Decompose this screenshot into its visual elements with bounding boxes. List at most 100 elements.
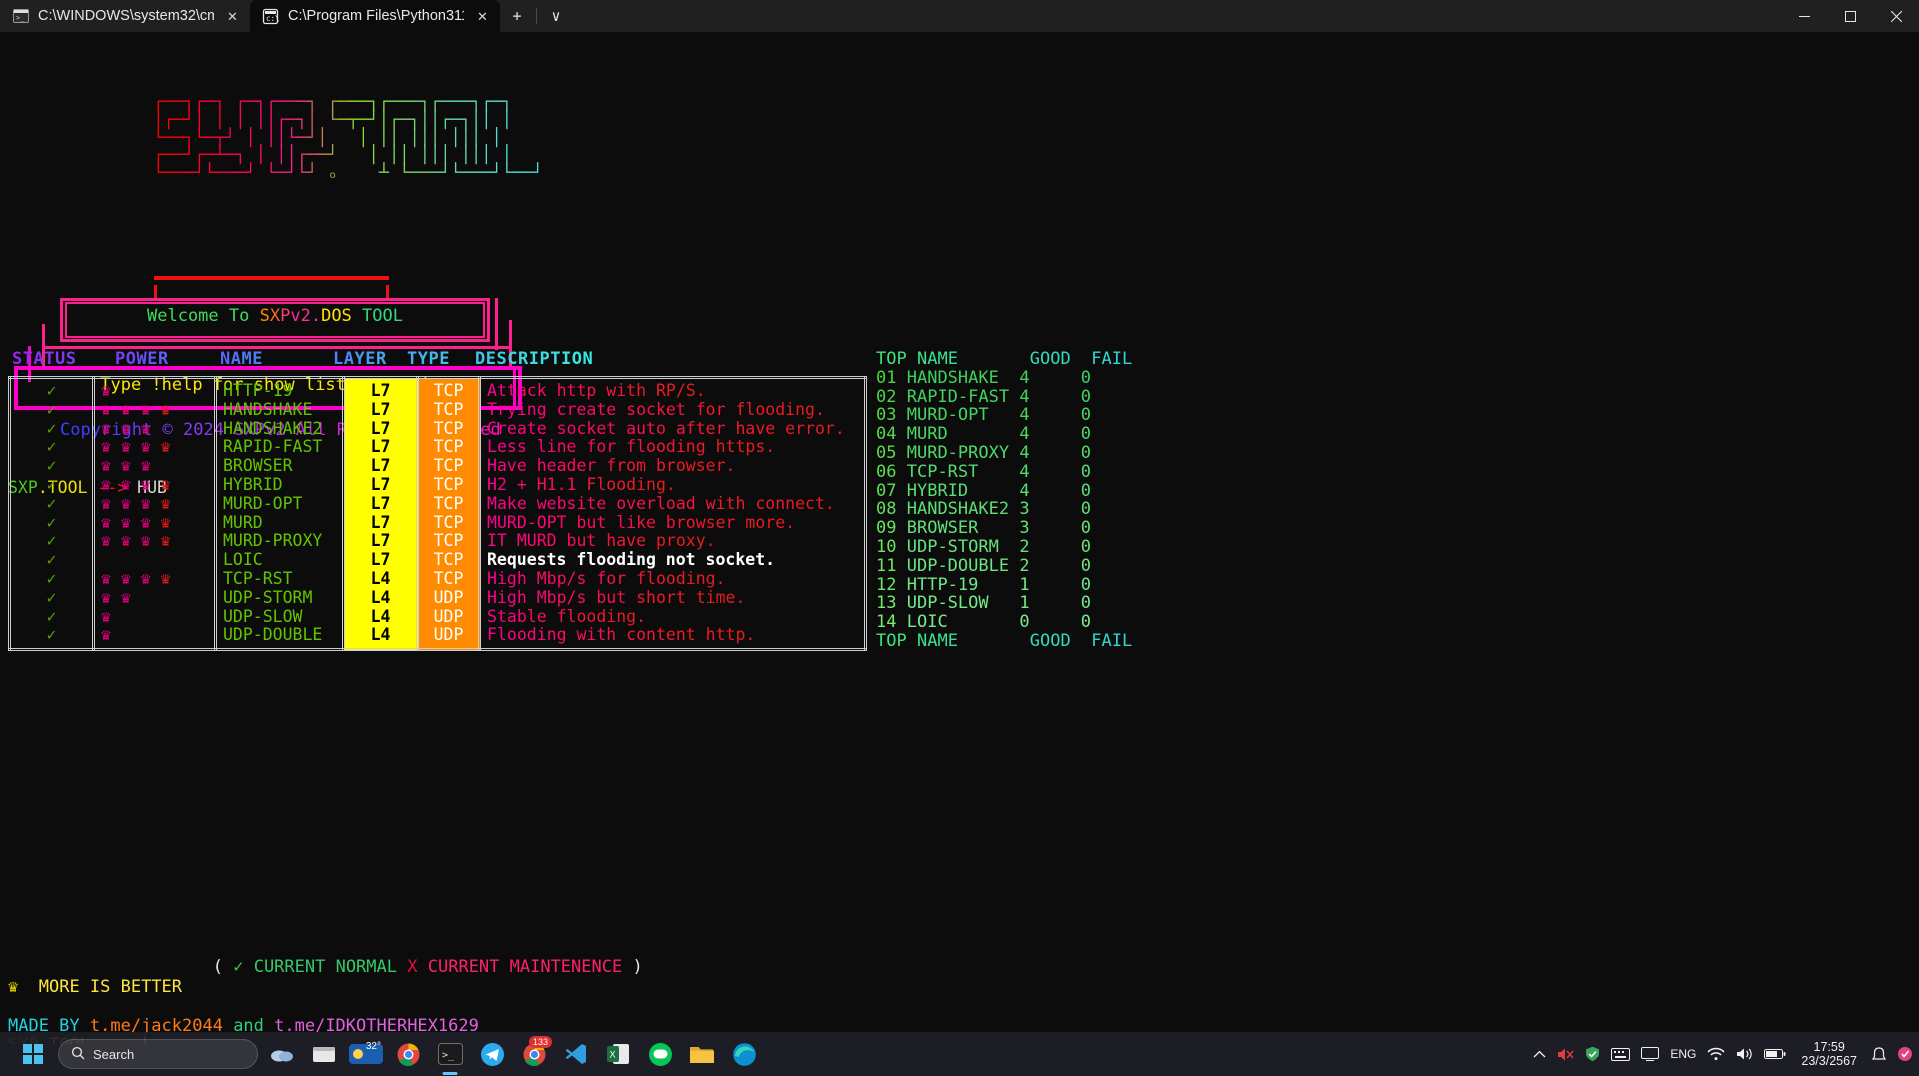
check-icon: ✓ bbox=[233, 957, 243, 977]
language-indicator[interactable]: ENG bbox=[1670, 1039, 1696, 1069]
fail-cell: 0 bbox=[1081, 368, 1091, 388]
widgets-weather-icon[interactable] bbox=[264, 1036, 300, 1072]
volume-icon[interactable] bbox=[1736, 1039, 1753, 1069]
vscode-icon[interactable] bbox=[558, 1036, 594, 1072]
tab-title: C:\WINDOWS\system32\cmd.e bbox=[38, 8, 214, 24]
rank-cell: 01 bbox=[876, 368, 896, 388]
fail-cell: 0 bbox=[1081, 462, 1091, 482]
layer-cell: L7 bbox=[351, 551, 410, 570]
window-titlebar: >_ C:\WINDOWS\system32\cmd.e ✕ c:\ C:\Pr… bbox=[0, 0, 1919, 32]
column-header: LAYER bbox=[333, 350, 407, 369]
power-cell: ♛ ♛ ♛ ♛ bbox=[101, 626, 208, 645]
column-header: NAME bbox=[220, 350, 333, 369]
layer-cell: L4 bbox=[351, 626, 410, 645]
type-cell: TCP bbox=[425, 495, 472, 514]
leader-name-cell: HANDSHAKE2 bbox=[907, 499, 1020, 519]
status-column: ✓✓✓✓✓✓✓✓✓✓✓✓✓✓ bbox=[10, 378, 94, 650]
search-input[interactable]: Search bbox=[58, 1039, 258, 1069]
crown-icon: ♛ bbox=[121, 456, 131, 475]
leaderboard-row: 11 UDP-DOUBLE 2 0 bbox=[876, 557, 1132, 576]
attack-name-cell: LOIC bbox=[223, 551, 336, 570]
crown-icon: ♛ bbox=[161, 531, 171, 550]
column-header: TYPE bbox=[407, 350, 475, 369]
description-cell: Make website overload with connect. bbox=[487, 495, 858, 514]
tray-mute-icon[interactable] bbox=[1557, 1039, 1574, 1069]
file-explorer-icon[interactable] bbox=[306, 1036, 342, 1072]
svg-text:>_: >_ bbox=[442, 1050, 455, 1061]
chevron-down-icon[interactable]: ∨ bbox=[539, 1, 573, 31]
status-cell: ✓ bbox=[17, 401, 86, 420]
weather-temp: 32° bbox=[366, 1041, 381, 1052]
edge-icon[interactable] bbox=[726, 1036, 762, 1072]
leaderboard-header: TOP NAME GOOD FAIL bbox=[876, 350, 1132, 369]
new-tab-button[interactable]: + bbox=[500, 1, 534, 31]
telegram-icon[interactable] bbox=[474, 1036, 510, 1072]
type-cell: UDP bbox=[425, 626, 472, 645]
status-cell: ✓ bbox=[17, 608, 86, 627]
crown-icon: ♛ bbox=[141, 569, 151, 588]
crown-icon: ♛ bbox=[101, 437, 111, 456]
description-cell: High Mbp/s for flooding. bbox=[487, 570, 858, 589]
crown-icon: ♛ bbox=[101, 531, 111, 550]
maximize-button[interactable] bbox=[1827, 0, 1873, 32]
leaderboard-row: 09 BROWSER 3 0 bbox=[876, 519, 1132, 538]
notification-bell-icon[interactable] bbox=[1872, 1039, 1886, 1069]
svg-text:>_: >_ bbox=[16, 14, 25, 22]
tray-extra-icon[interactable] bbox=[1897, 1039, 1913, 1069]
more-is-better-label: MORE IS BETTER bbox=[39, 977, 182, 997]
crown-icon: ♛ bbox=[141, 437, 151, 456]
tray-security-icon[interactable] bbox=[1585, 1039, 1600, 1069]
layer-cell: L7 bbox=[351, 401, 410, 420]
terminal-icon[interactable]: >_ bbox=[432, 1036, 468, 1072]
attack-name-cell: HANDSHAKE2 bbox=[223, 420, 336, 439]
cmd-icon: c:\ bbox=[262, 8, 279, 25]
leader-name-cell: UDP-STORM bbox=[907, 537, 1020, 557]
description-cell: Stable flooding. bbox=[487, 608, 858, 627]
weather-icon[interactable]: 32° bbox=[348, 1036, 384, 1072]
svg-text:c:\: c:\ bbox=[266, 14, 279, 23]
close-icon[interactable]: ✕ bbox=[223, 7, 242, 26]
windows-taskbar: Search 32° >_ 133 X bbox=[0, 1032, 1919, 1076]
start-button[interactable] bbox=[14, 1039, 52, 1069]
legend-normal: CURRENT NORMAL bbox=[254, 957, 397, 977]
good-cell: 2 bbox=[1019, 556, 1080, 576]
chevron-up-icon[interactable] bbox=[1533, 1039, 1546, 1069]
type-cell: UDP bbox=[425, 589, 472, 608]
attack-name-cell: UDP-STORM bbox=[223, 589, 336, 608]
fail-cell: 0 bbox=[1081, 499, 1091, 519]
attack-name-cell: UDP-SLOW bbox=[223, 608, 336, 627]
tab-python[interactable]: c:\ C:\Program Files\Python311\p ✕ bbox=[250, 0, 500, 32]
chrome-icon[interactable] bbox=[390, 1036, 426, 1072]
chrome2-icon[interactable]: 133 bbox=[516, 1036, 552, 1072]
leaderboard-row: 14 LOIC 0 0 bbox=[876, 613, 1132, 632]
battery-icon[interactable] bbox=[1764, 1039, 1786, 1069]
name-column: HTTP-19HANDSHAKEHANDSHAKE2RAPID-FASTBROW… bbox=[216, 378, 344, 650]
wifi-icon[interactable] bbox=[1707, 1039, 1725, 1069]
tab-cmd[interactable]: >_ C:\WINDOWS\system32\cmd.e ✕ bbox=[0, 0, 250, 32]
notification-badge: 133 bbox=[529, 1036, 552, 1048]
tray-display-icon[interactable] bbox=[1641, 1039, 1659, 1069]
tray-keyboard-icon[interactable] bbox=[1611, 1039, 1630, 1069]
crown-icon: ♛ bbox=[8, 977, 18, 997]
leader-name-cell: BROWSER bbox=[907, 518, 1020, 538]
logo-line: └───┘└───┘ └─┘└┘ ₒ ┴ └───┘└───┘└──┘ bbox=[10, 165, 1919, 183]
crown-icon: ♛ bbox=[161, 569, 171, 588]
status-cell: ✓ bbox=[17, 457, 86, 476]
hub-table-region: STATUSPOWERNAMELAYERTYPEDESCRIPTION ✓✓✓✓… bbox=[0, 350, 1919, 538]
crown-icon: ♛ bbox=[101, 607, 111, 626]
crown-icon: ♛ bbox=[141, 400, 151, 419]
line-icon[interactable] bbox=[642, 1036, 678, 1072]
clock[interactable]: 17:59 23/3/2567 bbox=[1797, 1040, 1861, 1068]
rank-cell: 05 bbox=[876, 443, 896, 463]
close-button[interactable] bbox=[1873, 0, 1919, 32]
minimize-button[interactable] bbox=[1781, 0, 1827, 32]
folder-icon[interactable] bbox=[684, 1036, 720, 1072]
excel-icon[interactable]: X bbox=[600, 1036, 636, 1072]
status-cell: ✓ bbox=[17, 570, 86, 589]
leaderboard-row: 12 HTTP-19 1 0 bbox=[876, 576, 1132, 595]
fail-cell: 0 bbox=[1081, 612, 1091, 632]
close-icon[interactable]: ✕ bbox=[473, 7, 492, 26]
frame-top-red bbox=[154, 276, 389, 280]
terminal-content[interactable]: ┌──┐┌─┐ ┌─┐┌───┐ ┌───┐┌───┐┌───┐┌─┐ │┌─┘… bbox=[0, 32, 1919, 1044]
layer-cell: L7 bbox=[351, 457, 410, 476]
